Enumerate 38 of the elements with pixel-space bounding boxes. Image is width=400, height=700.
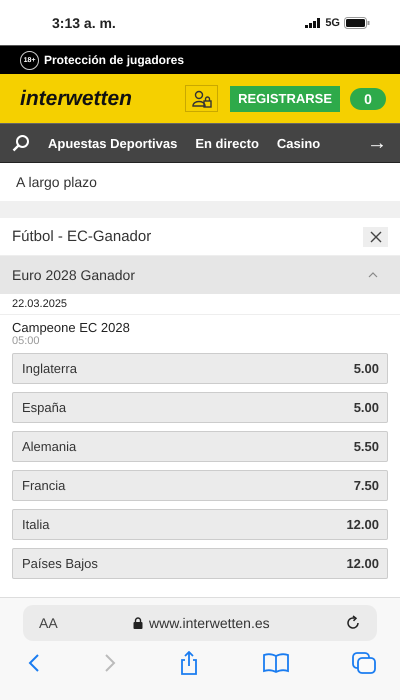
market-title: Fútbol - EC-Ganador	[12, 228, 152, 245]
status-time: 3:13 a. m.	[52, 14, 116, 30]
player-protection-link[interactable]: Protección de jugadores	[44, 53, 184, 67]
event-name: Campeone EC 2028	[12, 320, 131, 335]
login-button[interactable]	[185, 85, 218, 112]
battery-icon	[344, 16, 370, 28]
tabs-icon[interactable]	[352, 652, 376, 674]
bookmarks-icon[interactable]	[262, 653, 288, 673]
share-icon[interactable]	[179, 651, 199, 675]
network-label: 5G	[325, 16, 340, 28]
chevron-icon	[368, 272, 378, 278]
reload-icon[interactable]	[344, 615, 361, 631]
odds-button[interactable]: España 5.00	[12, 392, 388, 423]
nav-link[interactable]: Casino	[276, 136, 320, 150]
odds-button[interactable]: Francia 7.50	[12, 470, 388, 501]
lock-icon	[133, 617, 144, 629]
close-icon	[370, 230, 382, 242]
logo[interactable]: interwetten	[20, 86, 132, 110]
nav-more-arrow[interactable]: →	[367, 132, 387, 154]
odds-button[interactable]: Inglaterra 5.00	[12, 353, 388, 384]
nav-link[interactable]: Apuestas Deportivas	[48, 136, 178, 150]
odds-button[interactable]: Países Bajos 12.00	[12, 548, 388, 579]
odds-button[interactable]: Italia 12.00	[12, 509, 388, 540]
text-size-button[interactable]: AA	[39, 615, 58, 631]
event-time: 05:00	[12, 335, 41, 347]
user-lock-icon	[192, 90, 212, 108]
close-button[interactable]	[363, 226, 388, 246]
url-text: www.interwetten.es	[149, 615, 270, 631]
event-date: 22.03.2025	[12, 298, 68, 310]
nav-link[interactable]: En directo	[195, 136, 259, 150]
group-title: Euro 2028 Ganador	[12, 267, 135, 283]
group-header[interactable]: Euro 2028 Ganador	[0, 256, 400, 294]
odds-button[interactable]: Alemania 5.50	[12, 431, 388, 462]
signal-icon	[305, 18, 322, 28]
back-icon[interactable]	[28, 654, 40, 672]
address-bar[interactable]: AA www.interwetten.es	[23, 605, 377, 641]
breadcrumb[interactable]: A largo plazo	[16, 174, 97, 190]
search-icon[interactable]	[12, 134, 30, 152]
